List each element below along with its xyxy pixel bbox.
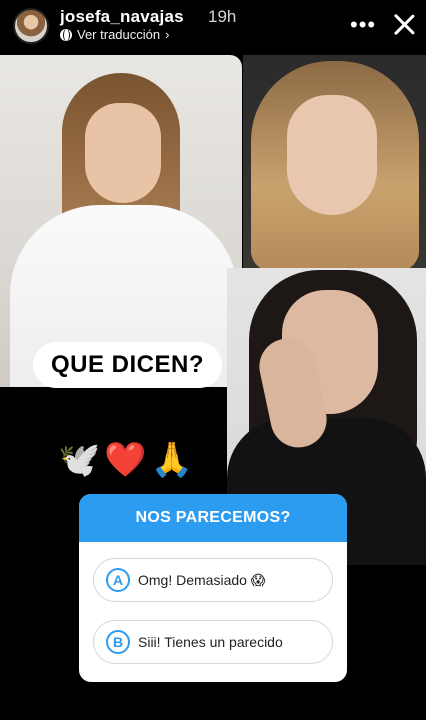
close-icon[interactable] [392, 12, 416, 36]
poll-sticker: NOS PARECEMOS? A Omg! Demasiado 😱 B Siii… [79, 494, 347, 682]
poll-title: NOS PARECEMOS? [79, 494, 347, 542]
option-text-b: Siii! Tienes un parecido [138, 634, 283, 650]
more-options-icon[interactable]: ••• [350, 14, 376, 36]
poll-option-b[interactable]: B Siii! Tienes un parecido [93, 620, 333, 664]
translation-label: Ver traducción [77, 27, 161, 42]
emoji-sticker: 🕊️❤️🙏 [58, 440, 198, 480]
question-sticker: QUE DICEN? [33, 342, 223, 388]
story-header: josefa_navajas 19h Ver traducción › ••• [0, 0, 426, 52]
poll-option-a[interactable]: A Omg! Demasiado 😱 [93, 558, 333, 602]
chevron-right-icon: › [165, 27, 170, 42]
globe-icon [60, 28, 72, 41]
option-letter-a: A [106, 568, 130, 592]
photo-top-right [243, 55, 426, 268]
photo-left [0, 55, 242, 387]
see-translation-link[interactable]: Ver traducción › [60, 27, 169, 42]
option-text-a: Omg! Demasiado 😱 [138, 571, 266, 588]
username[interactable]: josefa_navajas [60, 7, 184, 27]
avatar[interactable] [13, 8, 49, 44]
post-time: 19h [208, 7, 237, 26]
option-letter-b: B [106, 630, 130, 654]
